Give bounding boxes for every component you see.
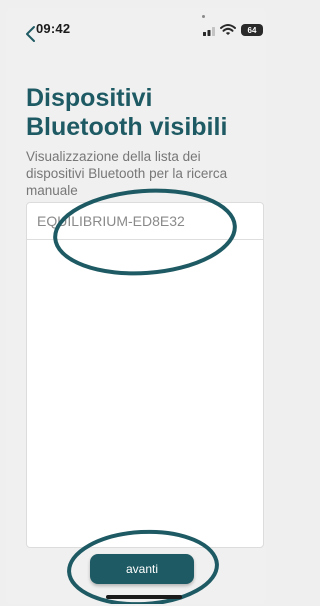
home-indicator	[106, 595, 182, 599]
device-name: EQUILIBRIUM-ED8E32	[37, 213, 185, 229]
next-button[interactable]: avanti	[90, 554, 194, 584]
app-screen: 09:42 64 Dispositivi Bluetooth visibili …	[6, 8, 266, 604]
signal-icon	[203, 27, 215, 36]
wifi-icon	[220, 24, 236, 35]
status-bar: 09:42 64	[6, 8, 266, 50]
page-title: Dispositivi Bluetooth visibili	[26, 84, 228, 141]
status-time: 09:42	[36, 21, 71, 36]
battery-icon: 64	[241, 24, 263, 36]
device-list: EQUILIBRIUM-ED8E32	[26, 202, 264, 548]
privacy-indicator-icon	[202, 15, 205, 18]
page-subtitle: Visualizzazione della lista dei disposit…	[26, 149, 228, 198]
device-list-item[interactable]: EQUILIBRIUM-ED8E32	[27, 203, 263, 240]
